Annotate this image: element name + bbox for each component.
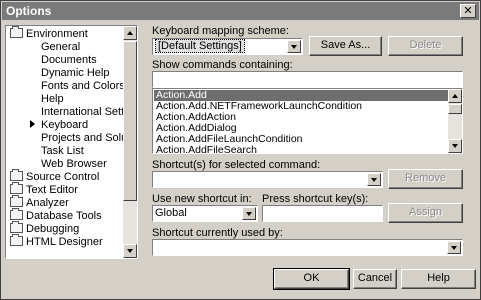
chevron-down-icon[interactable] xyxy=(447,241,461,254)
chevron-down-icon[interactable] xyxy=(367,173,381,186)
tree-item-dynamic-help[interactable]: Dynamic Help xyxy=(41,67,109,80)
show-commands-label: Show commands containing: xyxy=(152,59,293,71)
close-icon: ✕ xyxy=(463,5,473,17)
arrow-up-icon xyxy=(452,94,458,98)
tree-item-label: Projects and Solutions xyxy=(41,132,124,144)
help-button[interactable]: Help xyxy=(401,269,476,289)
tree-item-text-editor[interactable]: Text Editor xyxy=(10,182,78,197)
tree-item-label: Text Editor xyxy=(26,184,78,196)
tree-item-label: Keyboard xyxy=(41,119,89,131)
shortcuts-label: Shortcut(s) for selected command: xyxy=(152,159,321,171)
tree-item-label: Web Browser xyxy=(41,158,107,170)
chevron-down-icon[interactable] xyxy=(242,207,256,220)
folder-icon xyxy=(10,182,23,194)
close-button[interactable]: ✕ xyxy=(460,4,476,18)
scroll-down-button[interactable] xyxy=(448,139,462,153)
tree-item-documents[interactable]: Documents xyxy=(41,54,97,67)
show-commands-input[interactable] xyxy=(152,71,463,88)
arrow-up-icon xyxy=(127,31,133,35)
options-dialog: Options ✕ Environment General Documents … xyxy=(0,0,481,300)
tree-item-html-designer[interactable]: HTML Designer xyxy=(10,234,103,249)
arrow-down-icon xyxy=(127,249,133,253)
remove-button[interactable]: Remove xyxy=(388,169,463,189)
scroll-thumb[interactable] xyxy=(448,104,462,114)
assign-button[interactable]: Assign xyxy=(388,203,463,223)
tree-item-source-control[interactable]: Source Control xyxy=(10,169,100,184)
tree-item-task-list[interactable]: Task List xyxy=(41,145,84,158)
commands-scrollbar[interactable] xyxy=(448,89,462,153)
tree-item-general[interactable]: General xyxy=(41,41,80,54)
tree-item-label: Environment xyxy=(26,28,88,40)
folder-icon xyxy=(10,195,23,207)
press-shortcut-input[interactable] xyxy=(262,205,383,222)
tree-item-label: Documents xyxy=(41,54,97,66)
arrow-down-icon xyxy=(452,144,458,148)
selected-arrow-icon xyxy=(30,120,35,128)
window-title: Options xyxy=(6,4,52,18)
chevron-down-icon[interactable] xyxy=(287,40,301,53)
tree-item-label: Fonts and Colors xyxy=(41,80,124,92)
tree-item-debugging[interactable]: Debugging xyxy=(10,221,80,236)
tree-item-label: General xyxy=(41,41,81,53)
tree-item-keyboard[interactable]: Keyboard xyxy=(30,119,88,132)
folder-icon xyxy=(10,208,23,220)
tree-item-fonts-and-colors[interactable]: Fonts and Colors xyxy=(41,80,124,93)
tree-item-web-browser[interactable]: Web Browser xyxy=(41,158,107,171)
mapping-scheme-value: [Default Settings] xyxy=(155,39,245,53)
tree-item-label: Source Control xyxy=(26,171,100,183)
tree-item-label: International Settings xyxy=(41,106,124,118)
tree-item-database-tools[interactable]: Database Tools xyxy=(10,208,102,223)
use-new-shortcut-label: Use new shortcut in: xyxy=(152,193,252,205)
use-new-shortcut-dropdown[interactable]: Global xyxy=(152,205,258,222)
tree-item-label: Help xyxy=(41,93,64,105)
mapping-scheme-dropdown[interactable]: [Default Settings] xyxy=(152,38,303,55)
ok-button[interactable]: OK xyxy=(273,268,350,290)
tree-item-label: Analyzer xyxy=(26,197,69,209)
folder-icon xyxy=(10,169,23,181)
scroll-up-button[interactable] xyxy=(448,89,462,103)
tree-item-international-settings[interactable]: International Settings xyxy=(41,106,124,119)
use-new-shortcut-value: Global xyxy=(155,207,187,219)
title-bar[interactable]: Options ✕ xyxy=(2,2,479,20)
mapping-scheme-label: Keyboard mapping scheme: xyxy=(152,25,289,37)
category-tree[interactable]: Environment General Documents Dynamic He… xyxy=(5,25,138,259)
folder-icon xyxy=(10,234,23,246)
used-by-dropdown[interactable] xyxy=(152,239,463,256)
tree-item-label: Database Tools xyxy=(26,210,102,222)
scroll-down-button[interactable] xyxy=(123,244,137,258)
tree-item-environment[interactable]: Environment xyxy=(10,26,88,41)
tree-item-label: HTML Designer xyxy=(26,236,103,248)
tree-item-help[interactable]: Help xyxy=(41,93,64,106)
scroll-thumb[interactable] xyxy=(123,41,137,201)
used-by-label: Shortcut currently used by: xyxy=(152,227,283,239)
press-shortcut-label: Press shortcut key(s): xyxy=(262,193,369,205)
folder-icon xyxy=(10,26,23,38)
folder-icon xyxy=(10,221,23,233)
tree-item-label: Dynamic Help xyxy=(41,67,110,79)
tree-scrollbar[interactable] xyxy=(123,26,137,258)
save-as-button[interactable]: Save As... xyxy=(309,36,382,56)
tree-items: Environment General Documents Dynamic He… xyxy=(6,26,124,258)
scroll-up-button[interactable] xyxy=(123,26,137,40)
tree-item-label: Debugging xyxy=(26,223,80,235)
cancel-button[interactable]: Cancel xyxy=(353,269,397,289)
shortcuts-dropdown[interactable] xyxy=(152,171,383,188)
list-item[interactable]: Action.AddFileSearch xyxy=(154,145,450,154)
commands-list[interactable]: Action.Add Action.Add.NETFrameworkLaunch… xyxy=(152,88,463,154)
tree-item-projects-and-solutions[interactable]: Projects and Solutions xyxy=(41,132,124,145)
delete-button[interactable]: Delete xyxy=(388,36,463,56)
tree-item-label: Task List xyxy=(41,145,84,157)
